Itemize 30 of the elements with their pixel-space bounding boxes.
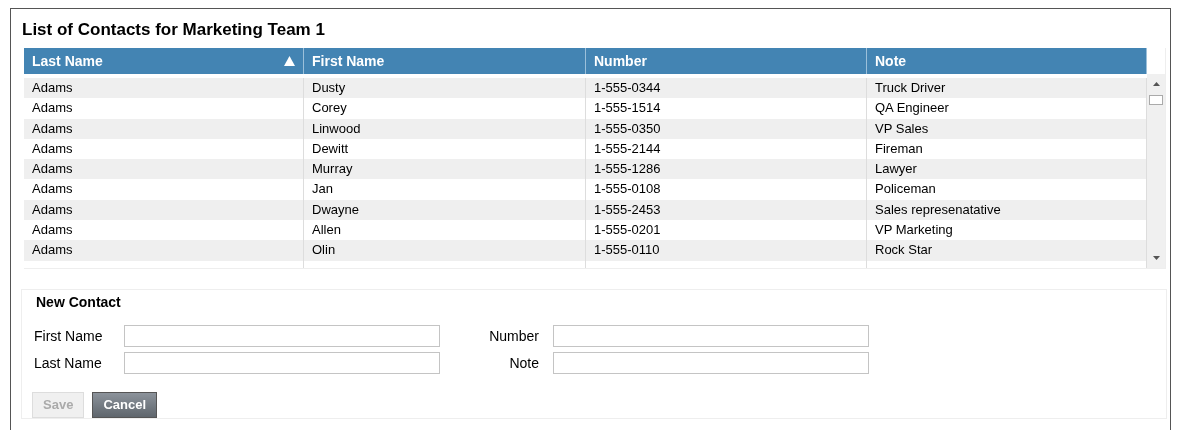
table-cell: Adams [24, 179, 304, 200]
column-header[interactable]: First Name [304, 48, 586, 74]
table-cell: 1-555-1514 [586, 98, 867, 119]
scrollbar[interactable] [1147, 74, 1165, 268]
column-header[interactable]: Number [586, 48, 867, 74]
column-header[interactable]: Note [867, 48, 1147, 74]
table-cell: Linwood [304, 118, 586, 139]
button[interactable]: Cancel [92, 392, 157, 418]
table-cell: Olin [304, 240, 586, 261]
table-cell: 1-555-0350 [586, 118, 867, 139]
table-cell: Jan [304, 179, 586, 200]
table-cell: Adams [24, 240, 304, 261]
input-field[interactable] [553, 325, 869, 347]
field-label: Note [509, 353, 539, 373]
scroll-down-icon[interactable] [1153, 256, 1160, 260]
table-cell: Adams [24, 98, 304, 119]
scroll-up-icon[interactable] [1153, 82, 1160, 86]
table-cell: 1-555-0110 [586, 240, 867, 261]
field-label: Number [489, 326, 539, 346]
input-field[interactable] [553, 352, 869, 374]
field-label: Last Name [34, 353, 103, 373]
input-field[interactable] [124, 352, 440, 374]
input-field[interactable] [124, 325, 440, 347]
table-cell: Corey [304, 98, 586, 119]
field-label: First Name [34, 326, 104, 346]
page-title: List of Contacts for Marketing Team 1 [22, 19, 326, 41]
table-cell: 1-555-0108 [586, 179, 867, 200]
scroll-thumb[interactable] [1149, 95, 1163, 105]
column-header[interactable]: Last Name [24, 48, 304, 74]
table-cell: Adams [24, 118, 304, 139]
